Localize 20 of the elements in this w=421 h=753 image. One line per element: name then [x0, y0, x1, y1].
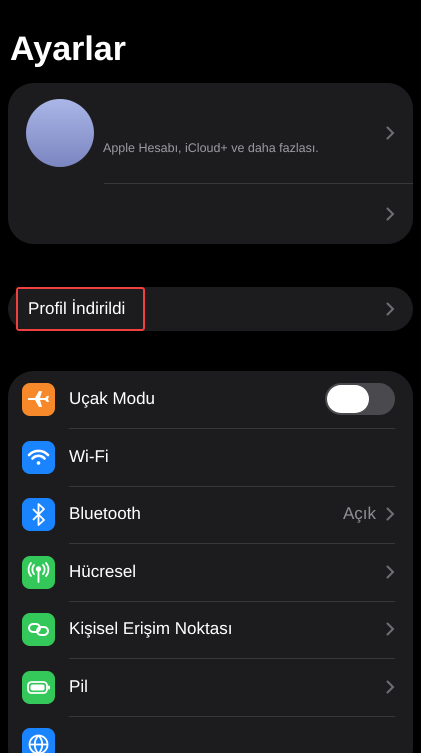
chevron-icon	[386, 564, 395, 579]
account-card[interactable]: Apple Hesabı, iCloud+ ve daha fazlası.	[8, 83, 413, 244]
chevron-icon	[386, 622, 395, 636]
chevron-icon	[386, 126, 395, 140]
setting-label[interactable]: Bluetooth	[69, 504, 343, 524]
page-title: Ayarlar	[10, 30, 127, 69]
setting-label[interactable]: Uçak Modu	[69, 389, 325, 410]
setting-label[interactable]: Kişisel Erişim Noktası	[69, 619, 386, 640]
account-subtitle: Apple Hesabı, iCloud+ ve daha fazlası.	[103, 141, 320, 155]
profile-notice-label: Profil İndirildi	[16, 287, 146, 331]
chevron-icon	[386, 507, 395, 522]
setting-value: Açık	[342, 504, 376, 524]
chevron-icon	[386, 302, 395, 316]
setting-label[interactable]: Wi-Fi	[69, 446, 395, 467]
setting-label[interactable]: Pil	[69, 676, 386, 697]
toggle-switch[interactable]	[325, 383, 395, 416]
profile-notice-row[interactable]: Profil İndirildi	[8, 287, 413, 331]
chevron-icon	[386, 680, 395, 694]
setting-label[interactable]: Hücresel	[69, 562, 386, 582]
chevron-icon	[386, 207, 395, 221]
